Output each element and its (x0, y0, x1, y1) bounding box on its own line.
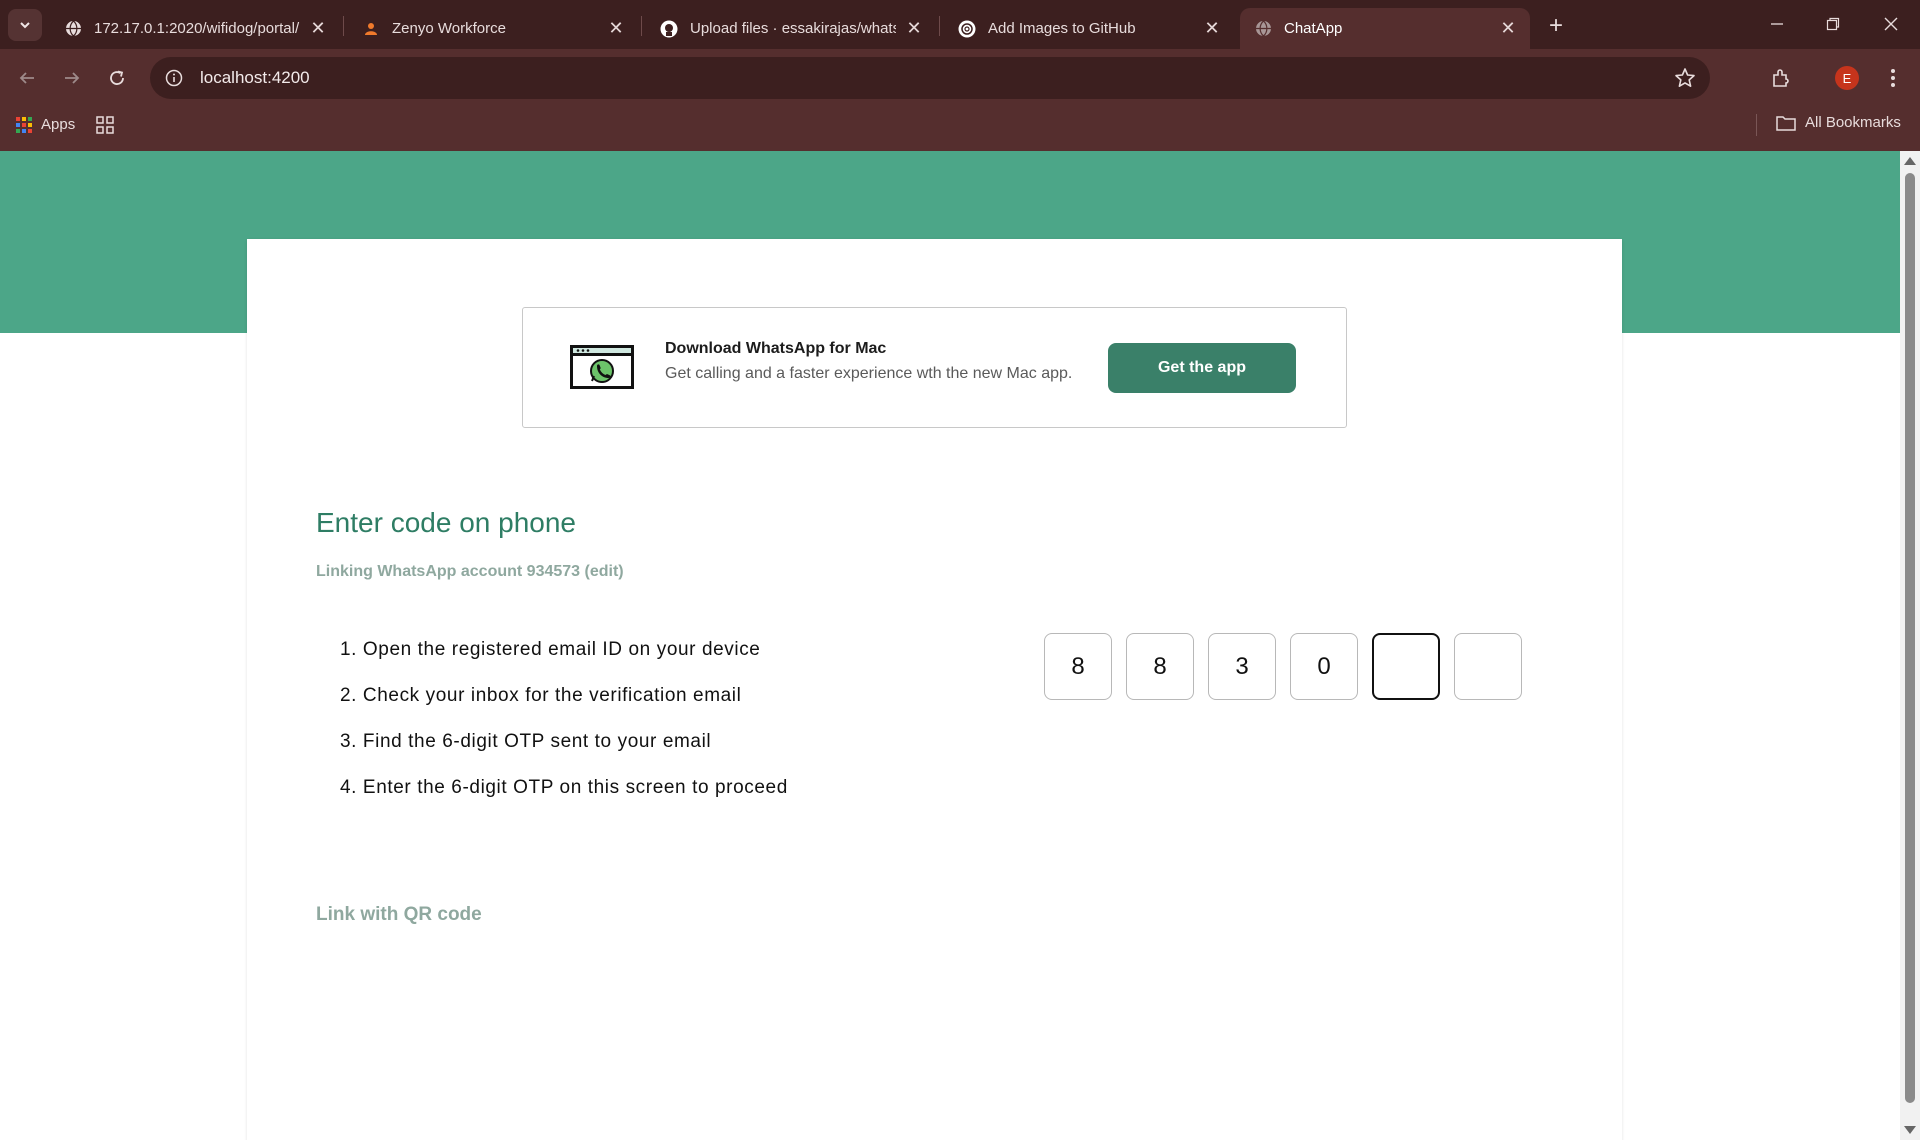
scroll-down-icon[interactable] (1904, 1126, 1916, 1134)
info-icon[interactable] (164, 68, 184, 88)
link-with-qr-code[interactable]: Link with QR code (316, 904, 482, 926)
tab-title: Zenyo Workforce (392, 20, 506, 37)
restore-icon (1826, 17, 1840, 31)
otp-digit-2[interactable]: 8 (1126, 633, 1194, 700)
tab-title: Upload files · essakirajas/whatsa (690, 20, 896, 37)
page-title: Enter code on phone (316, 507, 576, 538)
browser-toolbar: localhost:4200 (0, 49, 1920, 107)
main-card: Download WhatsApp for Mac Get calling an… (247, 239, 1622, 1140)
banner-subtitle: Get calling and a faster experience wth … (665, 365, 1073, 382)
tab-search-button[interactable] (8, 9, 42, 41)
download-banner: Download WhatsApp for Mac Get calling an… (522, 307, 1347, 428)
scrollbar-thumb[interactable] (1905, 173, 1915, 1103)
scroll-up-icon[interactable] (1904, 157, 1916, 165)
forward-button[interactable] (55, 61, 89, 95)
get-app-button[interactable]: Get the app (1108, 343, 1296, 393)
banner-title: Download WhatsApp for Mac (665, 340, 887, 357)
page-scrollbar[interactable] (1900, 151, 1920, 1140)
instruction-list: 1. Open the registered email ID on your … (340, 627, 788, 811)
all-bookmarks[interactable]: All Bookmarks (1776, 114, 1901, 131)
back-button[interactable] (10, 61, 44, 95)
close-icon[interactable]: ✕ (1498, 18, 1518, 39)
linking-account-text: Linking WhatsApp account 934573 (edit) (316, 563, 624, 581)
list-item: 4. Enter the 6-digit OTP on this screen … (340, 777, 788, 798)
menu-icon[interactable] (1878, 63, 1908, 93)
tab-add-images[interactable]: Add Images to GitHub ✕ (944, 8, 1234, 49)
bookmarks-bar (0, 107, 1920, 151)
close-icon[interactable]: ✕ (904, 18, 924, 39)
openai-icon (958, 20, 976, 38)
all-bookmarks-label: All Bookmarks (1805, 114, 1901, 131)
tab-zenyo[interactable]: Zenyo Workforce ✕ (348, 8, 638, 49)
person-icon (362, 20, 380, 38)
close-icon[interactable]: ✕ (308, 18, 328, 39)
minimize-button[interactable] (1757, 6, 1797, 42)
tab-wifidog[interactable]: 172.17.0.1:2020/wifidog/portal/ ✕ (50, 8, 340, 49)
address-bar[interactable]: localhost:4200 (150, 57, 1710, 99)
arrow-left-icon (19, 72, 34, 84)
edit-link[interactable]: (edit) (585, 563, 624, 580)
tab-github-upload[interactable]: Upload files · essakirajas/whatsa ✕ (646, 8, 936, 49)
reload-icon (110, 70, 124, 85)
tab-strip: 172.17.0.1:2020/wifidog/portal/ ✕ Zenyo … (0, 0, 1920, 49)
star-icon[interactable] (1674, 67, 1696, 89)
otp-digit-3[interactable]: 3 (1208, 633, 1276, 700)
tab-title: 172.17.0.1:2020/wifidog/portal/ (94, 20, 300, 37)
list-item: 1. Open the registered email ID on your … (340, 639, 761, 660)
github-icon (660, 20, 678, 38)
bookmark-apps[interactable]: Apps (16, 116, 75, 133)
tab-chatapp[interactable]: ChatApp ✕ (1240, 8, 1530, 49)
restore-button[interactable] (1813, 6, 1853, 42)
linking-label: Linking WhatsApp account 934573 (316, 563, 581, 580)
list-item: 2. Check your inbox for the verification… (340, 685, 742, 706)
list-item: 3. Find the 6-digit OTP sent to your ema… (340, 731, 712, 752)
otp-digit-1[interactable]: 8 (1044, 633, 1112, 700)
globe-icon (1254, 20, 1272, 38)
arrow-right-icon (65, 72, 80, 84)
close-icon (1884, 17, 1898, 31)
profile-avatar[interactable]: E (1835, 66, 1859, 90)
tab-divider (343, 16, 344, 36)
otp-input-group: 8 8 3 0 (1044, 633, 1522, 700)
minimize-icon (1771, 23, 1783, 25)
globe-icon (64, 20, 82, 38)
apps-label: Apps (41, 116, 76, 133)
new-tab-button[interactable]: + (1542, 12, 1570, 40)
close-window-button[interactable] (1871, 6, 1911, 42)
folder-icon (1776, 115, 1796, 131)
chevron-down-icon (20, 22, 30, 29)
extensions-icon[interactable] (1767, 63, 1797, 93)
bookmarks-divider (1756, 114, 1757, 136)
otp-digit-6[interactable] (1454, 633, 1522, 700)
whatsapp-desktop-icon (570, 345, 634, 394)
tab-title: Add Images to GitHub (988, 20, 1136, 37)
reload-button[interactable] (100, 61, 134, 95)
tab-title: ChatApp (1284, 20, 1343, 37)
close-icon[interactable]: ✕ (1202, 18, 1222, 39)
otp-digit-5[interactable] (1372, 633, 1440, 700)
close-icon[interactable]: ✕ (606, 18, 626, 39)
url-text: localhost:4200 (200, 68, 310, 87)
otp-digit-4[interactable]: 0 (1290, 633, 1358, 700)
tab-groups-icon[interactable] (96, 116, 114, 139)
page-viewport: Download WhatsApp for Mac Get calling an… (0, 151, 1900, 1140)
tab-divider (939, 16, 940, 36)
apps-grid-icon (16, 116, 32, 133)
tab-divider (641, 16, 642, 36)
